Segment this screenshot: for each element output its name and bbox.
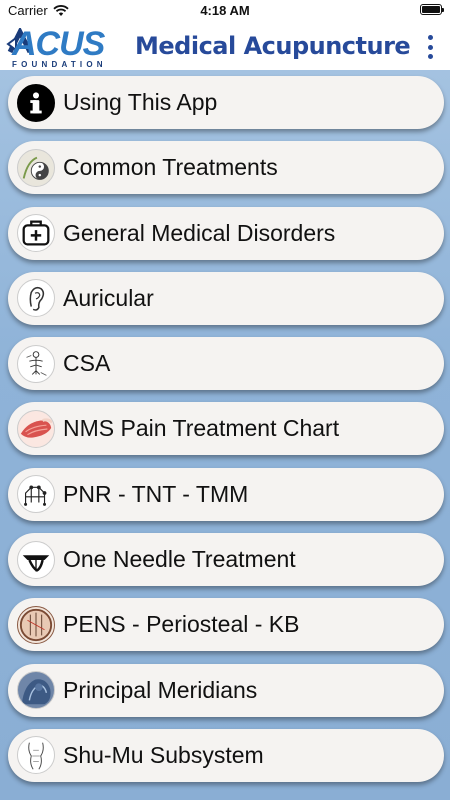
main-menu: Using This App Common Treatments General… <box>8 76 444 794</box>
yin-yang-icon <box>17 148 55 187</box>
acus-logo: ACUS FOUNDATION <box>4 25 124 69</box>
menu-item-one-needle-treatment[interactable]: One Needle Treatment <box>8 533 444 587</box>
status-right <box>420 4 444 15</box>
menu-item-label: Principal Meridians <box>63 676 258 703</box>
torso-outline-icon <box>17 736 55 775</box>
kebab-dot <box>427 54 433 59</box>
meridian-body-icon <box>17 671 55 710</box>
menu-item-nms-pain-treatment-chart[interactable]: NMS Pain Treatment Chart <box>8 402 444 456</box>
electro-needles-icon <box>17 605 55 644</box>
kebab-dot <box>427 35 433 40</box>
menu-item-pens-periosteal-kb[interactable]: PENS - Periosteal - KB <box>8 598 444 652</box>
menu-item-general-medical-disorders[interactable]: General Medical Disorders <box>8 206 444 260</box>
muscle-icon <box>17 409 55 448</box>
menu-item-label: PENS - Periosteal - KB <box>63 611 300 638</box>
kebab-menu-icon[interactable] <box>426 35 434 59</box>
needle-icon <box>17 540 55 579</box>
menu-item-label: One Needle Treatment <box>63 546 296 573</box>
menu-item-using-this-app[interactable]: Using This App <box>8 76 444 129</box>
menu-item-auricular[interactable]: Auricular <box>8 271 444 325</box>
menu-item-csa[interactable]: CSA <box>8 337 444 391</box>
menu-item-label: Common Treatments <box>63 154 278 181</box>
menu-item-label: PNR - TNT - TMM <box>63 480 249 507</box>
ear-icon <box>17 279 55 318</box>
nerve-network-icon <box>17 475 55 514</box>
menu-item-common-treatments[interactable]: Common Treatments <box>8 141 444 195</box>
menu-item-label: Auricular <box>63 284 154 311</box>
menu-item-label: NMS Pain Treatment Chart <box>63 415 340 442</box>
kebab-dot <box>427 44 433 50</box>
logo-text: ACUS <box>12 25 105 63</box>
menu-item-label: Using This App <box>63 89 218 115</box>
app-header: ACUS FOUNDATION Medical Acupuncture <box>0 22 450 70</box>
status-bar: Carrier 4:18 AM <box>0 0 450 22</box>
info-icon <box>17 83 55 122</box>
app-title: Medical Acupuncture <box>135 32 411 60</box>
medical-bag-icon <box>17 214 55 253</box>
menu-item-principal-meridians[interactable]: Principal Meridians <box>8 663 444 717</box>
menu-item-pnr-tnt-tmm[interactable]: PNR - TNT - TMM <box>8 467 444 521</box>
logo-subtext: FOUNDATION <box>12 60 107 69</box>
menu-item-label: CSA <box>63 350 111 377</box>
menu-item-label: General Medical Disorders <box>63 219 336 246</box>
menu-item-label: Shu-Mu Subsystem <box>63 741 264 768</box>
status-time: 4:18 AM <box>200 3 250 18</box>
battery-level <box>422 6 440 13</box>
battery-icon <box>420 4 444 15</box>
spine-figure-icon <box>17 344 55 383</box>
menu-item-shu-mu-subsystem[interactable]: Shu-Mu Subsystem <box>8 728 444 782</box>
